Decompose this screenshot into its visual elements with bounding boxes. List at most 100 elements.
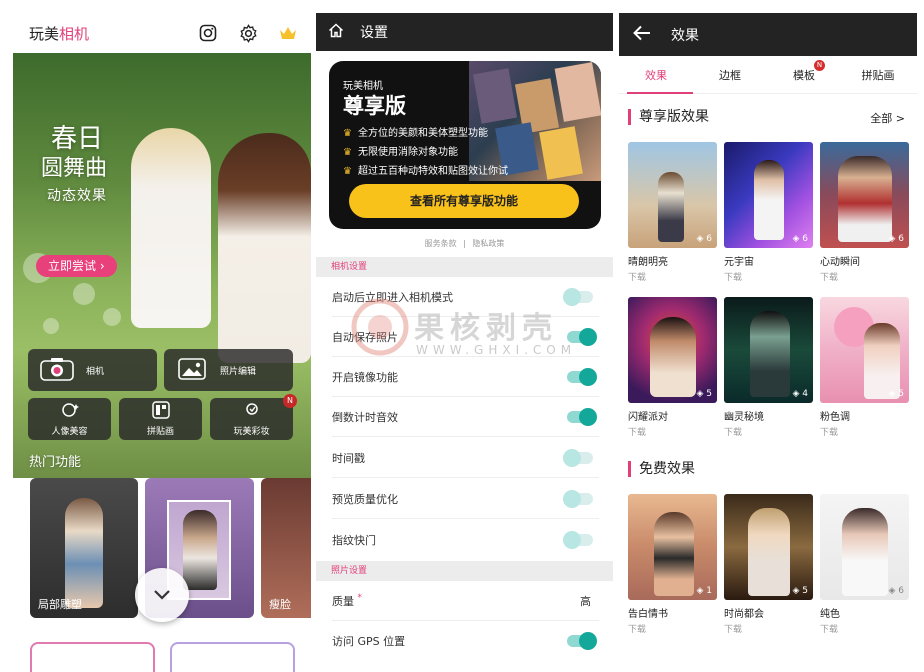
portrait-tile-label: 人像美容 [51, 427, 88, 437]
effect-card[interactable]: ◈ 6 晴朗明亮 下载 [628, 142, 717, 283]
setting-row[interactable]: 自动保存照片 [316, 317, 613, 357]
makeup-tile[interactable]: 玩美彩妆 N [210, 394, 297, 440]
effect-card[interactable]: ◈ 5 闪耀派对 下载 [628, 297, 717, 438]
effects-screen: 效果 效果 边框 模板 N 拼贴画 尊享版效果 全部 > ◈ 6 晴朗明亮 下载 … [619, 13, 917, 672]
back-arrow-icon[interactable] [633, 25, 651, 45]
collage-tile-label: 拼贴画 [146, 427, 174, 437]
layer-count: ◈ 4 [792, 389, 808, 399]
effect-thumbnail: ◈ 6 [820, 494, 909, 600]
toggle-switch[interactable] [567, 632, 597, 650]
effect-thumbnail: ◈ 5 [820, 297, 909, 403]
effect-card[interactable]: ◈ 5 时尚都会 下载 [724, 494, 813, 635]
hero-woman-figure [218, 133, 311, 363]
layer-count-value: 4 [802, 389, 808, 399]
effect-card[interactable]: ◈ 4 幽灵秘境 下载 [724, 297, 813, 438]
effect-card[interactable]: ◈ 5 粉色调 下载 [820, 297, 909, 438]
setting-row[interactable]: 时间戳 [316, 438, 613, 478]
download-label[interactable]: 下载 [820, 270, 909, 283]
collage-tile[interactable]: 拼贴画 [119, 398, 202, 440]
layer-count-value: 5 [898, 389, 904, 399]
hero-title: 春日 圆舞曲 动态效果 [35, 123, 107, 209]
setting-label: 自动保存照片 [332, 331, 398, 344]
download-label[interactable]: 下载 [820, 622, 909, 635]
tab-collage[interactable]: 拼贴画 [841, 67, 915, 83]
terms-link[interactable]: 服务条款 [425, 239, 457, 248]
setting-label: 时间戳 [332, 452, 365, 465]
view-all-link[interactable]: 全部 > [870, 110, 905, 126]
effect-name: 闪耀派对 [628, 412, 668, 423]
bottom-card-left[interactable] [30, 642, 155, 672]
portrait-tile[interactable]: 人像美容 [28, 398, 111, 440]
hot-card-slim-face[interactable]: 瘦脸 [261, 478, 311, 618]
setting-row[interactable]: 开启镜像功能 [316, 357, 613, 397]
toggle-switch[interactable] [567, 408, 597, 426]
effect-thumbnail: ◈ 6 [820, 142, 909, 248]
premium-card[interactable]: 玩美相机 尊享版 ♛ 全方位的美颜和美体塑型功能 ♛ 无限使用消除对象功能 ♛ 超过五… [329, 61, 601, 229]
download-label[interactable]: 下载 [628, 622, 717, 635]
layer-count: ◈ 5 [888, 389, 904, 399]
settings-title: 设置 [360, 25, 388, 41]
sparkle-face-icon [59, 401, 81, 422]
download-label[interactable]: 下载 [724, 270, 813, 283]
premium-feature-text: 全方位的美颜和美体塑型功能 [357, 128, 488, 139]
setting-row[interactable]: 指纹快门 [316, 520, 613, 560]
photo-edit-tile-label: 照片编辑 [220, 366, 257, 377]
crown-icon[interactable] [277, 22, 299, 44]
effect-card[interactable]: ◈ 6 纯色 下载 [820, 494, 909, 635]
settings-header: 设置 [316, 13, 613, 51]
download-label[interactable]: 下载 [820, 425, 909, 438]
photo-edit-tile[interactable]: 照片编辑 [164, 349, 293, 391]
effect-card[interactable]: ◈ 6 元宇宙 下载 [724, 142, 813, 283]
collage-icon [151, 401, 170, 422]
toggle-switch[interactable] [563, 490, 593, 508]
toggle-switch[interactable] [567, 328, 597, 346]
download-label[interactable]: 下载 [724, 425, 813, 438]
camera-tile[interactable]: 相机 [28, 349, 157, 391]
tab-effects[interactable]: 效果 [619, 67, 693, 83]
setting-row[interactable]: 倒数计时音效 [316, 397, 613, 437]
quality-row[interactable]: 质量 * 高 [316, 581, 613, 621]
setting-label: 访问 GPS 位置 [332, 635, 406, 648]
hot-card-sculpt[interactable]: 局部雕塑 [30, 478, 138, 618]
hot-features-title: 热门功能 [29, 455, 82, 470]
home-icon[interactable] [328, 22, 344, 42]
effect-name: 元宇宙 [724, 257, 754, 268]
effect-name: 告白情书 [628, 609, 668, 620]
setting-label: 开启镜像功能 [332, 371, 398, 384]
premium-title: 尊享版 [343, 94, 406, 118]
effect-card[interactable]: ◈ 1 告白情书 下载 [628, 494, 717, 635]
download-label[interactable]: 下载 [628, 425, 717, 438]
layers-icon: ◈ [888, 586, 896, 596]
toggle-switch[interactable] [563, 531, 593, 549]
active-tab-indicator [627, 92, 693, 94]
effect-name: 纯色 [820, 609, 840, 620]
toggle-switch[interactable] [563, 449, 593, 467]
effect-card[interactable]: ◈ 6 心动瞬间 下载 [820, 142, 909, 283]
privacy-link[interactable]: 隐私政策 [472, 239, 504, 248]
chevron-down-icon [153, 586, 171, 605]
instagram-icon[interactable] [197, 22, 219, 44]
download-label[interactable]: 下载 [628, 270, 717, 283]
hero-banner[interactable]: 春日 圆舞曲 动态效果 立即尝试 › 相机 照片编辑 人像美容 拼贴画 玩美彩妆… [13, 53, 311, 478]
gear-icon[interactable] [237, 22, 259, 44]
tab-borders[interactable]: 边框 [693, 67, 767, 83]
layers-icon: ◈ [888, 234, 896, 244]
layer-count: ◈ 6 [792, 234, 808, 244]
view-premium-button[interactable]: 查看所有尊享版功能 [349, 184, 579, 218]
setting-row[interactable]: 预览质量优化 [316, 479, 613, 519]
expand-button[interactable] [135, 568, 189, 622]
layers-icon: ◈ [696, 234, 704, 244]
gps-row[interactable]: 访问 GPS 位置 [316, 621, 613, 661]
settings-screen: 设置 玩美相机 尊享版 ♛ 全方位的美颜和美体塑型功能 ♛ 无限使用消除对象功能 ♛… [316, 13, 613, 672]
hot-card-label: 瘦脸 [269, 598, 291, 611]
try-now-button[interactable]: 立即尝试 › [36, 255, 117, 277]
setting-row[interactable]: 启动后立即进入相机模式 [316, 277, 613, 317]
camera-tile-label: 相机 [86, 366, 105, 377]
tab-templates[interactable]: 模板 N [767, 59, 841, 83]
toggle-switch[interactable] [567, 368, 597, 386]
hot-card-label: 局部雕塑 [38, 598, 82, 611]
toggle-switch[interactable] [563, 288, 593, 306]
effect-thumbnail: ◈ 1 [628, 494, 717, 600]
bottom-card-right[interactable] [170, 642, 295, 672]
download-label[interactable]: 下载 [724, 622, 813, 635]
